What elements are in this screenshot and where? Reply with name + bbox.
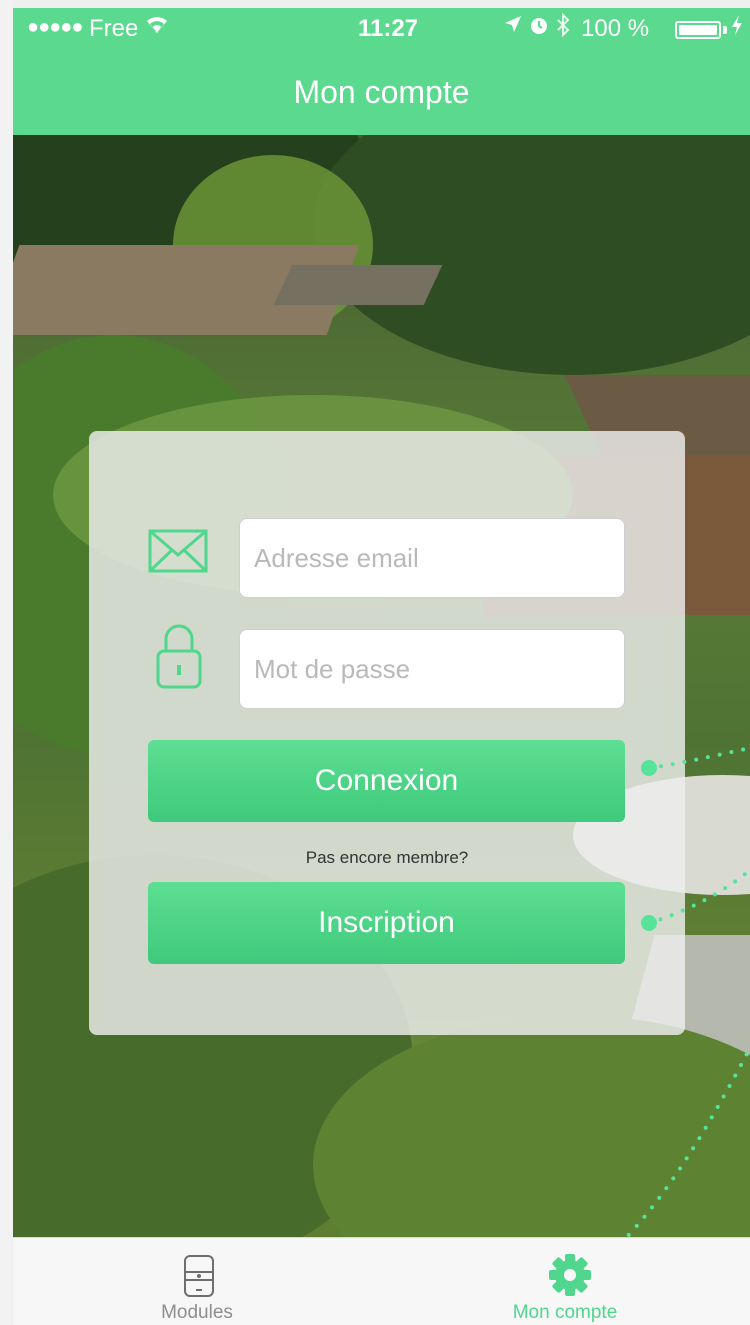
tab-mon-compte[interactable]: Mon compte — [381, 1238, 749, 1325]
bluetooth-icon — [555, 12, 571, 43]
signal-strength-icon: ●●●●● — [27, 16, 83, 38]
password-field[interactable] — [239, 629, 625, 709]
carrier-name: Free — [89, 15, 139, 42]
battery-tip — [723, 26, 727, 34]
lock-icon — [156, 621, 202, 696]
tab-mon-compte-label: Mon compte — [512, 1302, 618, 1323]
left-margin — [0, 0, 13, 1325]
signup-button[interactable]: Inscription — [148, 882, 625, 964]
navigation-bar: ●●●●● Free 11:27 100 % Mon compte — [13, 8, 750, 135]
password-input[interactable] — [254, 630, 614, 708]
app-screen: ●●●●● Free 11:27 100 % Mon compte Adress… — [13, 8, 750, 1325]
status-bar: ●●●●● Free 11:27 100 % — [13, 8, 750, 48]
charging-bolt-icon — [731, 14, 743, 42]
clock: 11:27 — [358, 15, 419, 42]
tab-modules-label: Modules — [161, 1302, 233, 1323]
tab-modules[interactable]: Modules — [13, 1238, 381, 1325]
login-card: Connexion Pas encore membre? Inscription — [89, 431, 685, 1035]
battery-icon — [675, 21, 721, 39]
email-input[interactable] — [254, 519, 614, 597]
wifi-icon — [145, 13, 169, 41]
alarm-icon — [529, 14, 549, 42]
battery-percentage: 100 % — [581, 15, 650, 42]
signup-prompt: Pas encore membre? — [305, 848, 469, 867]
location-arrow-icon — [503, 14, 523, 40]
email-field[interactable] — [239, 518, 625, 598]
module-device-icon — [183, 1254, 215, 1303]
page-title: Mon compte — [293, 74, 470, 110]
gear-icon — [547, 1252, 593, 1303]
tab-bar: Modules Mon compte — [13, 1237, 750, 1325]
login-button[interactable]: Connexion — [148, 740, 625, 822]
envelope-icon — [148, 529, 208, 578]
